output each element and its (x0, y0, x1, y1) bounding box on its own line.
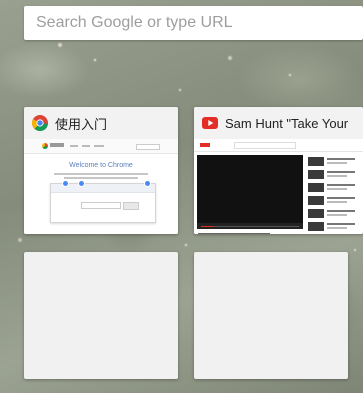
chrome-icon (32, 115, 48, 131)
most-visited-tile-youtube[interactable]: Sam Hunt "Take Your (194, 107, 363, 234)
thumbnail-heading: Welcome to Chrome (69, 162, 133, 169)
omnibox-search[interactable] (24, 6, 363, 40)
youtube-icon (202, 117, 218, 129)
tile-header: 使用入门 (24, 107, 178, 139)
search-input[interactable] (34, 13, 353, 33)
tile-thumbnail (194, 139, 363, 234)
youtube-logo (200, 143, 210, 147)
tile-header: Sam Hunt "Take Your (194, 107, 363, 139)
tile-title: 使用入门 (55, 116, 108, 132)
most-visited-tile-empty (24, 252, 178, 379)
video-player (197, 155, 303, 229)
tile-title: Sam Hunt "Take Your (225, 115, 349, 131)
most-visited-tile-getting-started[interactable]: 使用入门 Welcome to Chrome (24, 107, 178, 234)
tile-thumbnail: Welcome to Chrome (24, 139, 178, 234)
most-visited-tile-empty (194, 252, 348, 379)
